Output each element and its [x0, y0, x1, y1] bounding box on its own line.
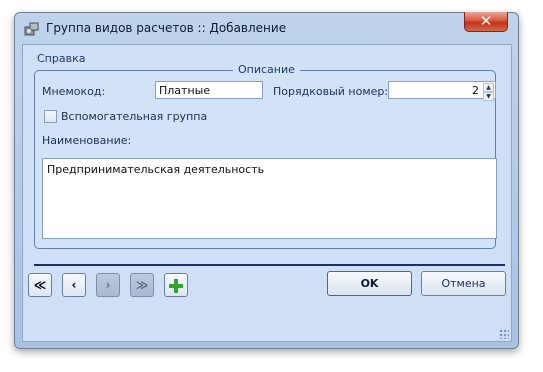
- plus-icon: [169, 279, 183, 293]
- order-number-stepper[interactable]: 2 ▲ ▼: [388, 81, 496, 101]
- chevron-right-icon: ›: [105, 278, 111, 292]
- order-number-label: Порядковый номер:: [273, 85, 389, 98]
- dialog-window: Группа видов расчетов :: Добавление ✕ Сп…: [14, 12, 519, 349]
- auxiliary-group-label[interactable]: Вспомогательная группа: [61, 110, 207, 123]
- name-label: Наименование:: [42, 134, 132, 147]
- chevron-left-icon: ‹: [71, 278, 77, 292]
- auxiliary-group-checkbox[interactable]: [44, 110, 57, 123]
- double-chevron-left-icon: ≪: [33, 278, 47, 292]
- description-group: Описание Мнемокод: Платные Порядковый но…: [34, 63, 497, 249]
- add-record-button[interactable]: [164, 273, 188, 297]
- double-chevron-right-icon: ≫: [135, 278, 149, 292]
- previous-record-button[interactable]: ‹: [62, 273, 86, 297]
- order-number-value: 2: [472, 84, 479, 97]
- dialog-body: Справка Описание Мнемокод: Платные Поряд…: [22, 44, 512, 342]
- mnemocode-label: Мнемокод:: [42, 85, 106, 98]
- close-button[interactable]: ✕: [464, 12, 508, 32]
- window-title: Группа видов расчетов :: Добавление: [46, 21, 287, 35]
- app-icon: [24, 22, 39, 36]
- title-bar[interactable]: Группа видов расчетов :: Добавление ✕: [15, 12, 518, 44]
- close-icon: ✕: [479, 12, 493, 30]
- spin-up-icon[interactable]: ▲: [483, 83, 494, 92]
- next-record-button[interactable]: ›: [96, 273, 120, 297]
- ok-button[interactable]: OK: [327, 271, 412, 296]
- separator-line: [34, 264, 505, 266]
- name-textarea[interactable]: Предпринимательская деятельность: [42, 158, 497, 239]
- spin-buttons[interactable]: ▲ ▼: [483, 83, 494, 101]
- first-record-button[interactable]: ≪: [28, 273, 52, 297]
- group-legend: Описание: [233, 63, 300, 76]
- spin-down-icon[interactable]: ▼: [483, 92, 494, 101]
- cancel-button[interactable]: Отмена: [421, 271, 506, 296]
- resize-grip-icon[interactable]: [499, 329, 509, 339]
- menu-help[interactable]: Справка: [37, 52, 85, 65]
- mnemocode-input[interactable]: Платные: [155, 81, 263, 99]
- last-record-button[interactable]: ≫: [130, 273, 154, 297]
